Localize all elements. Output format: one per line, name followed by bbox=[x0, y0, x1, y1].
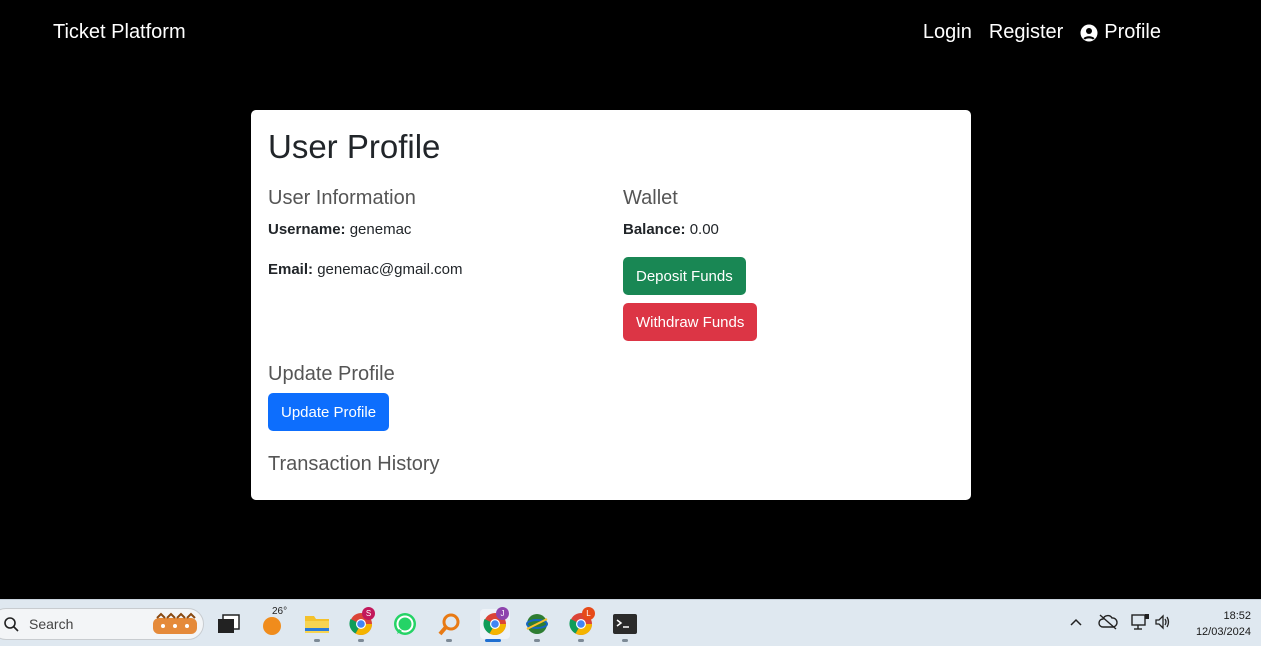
wallet-heading: Wallet bbox=[623, 187, 678, 209]
system-clock[interactable]: 18:52 12/03/2024 bbox=[1196, 608, 1251, 640]
username-line: Username: genemac bbox=[268, 221, 411, 238]
file-explorer-icon[interactable] bbox=[304, 611, 330, 637]
chrome-profile-badge-j: J bbox=[496, 607, 509, 620]
network-globe-icon[interactable] bbox=[524, 611, 550, 637]
brand-link[interactable]: Ticket Platform bbox=[53, 21, 186, 44]
balance-value: 0.00 bbox=[689, 221, 719, 238]
chrome-active-icon[interactable]: J bbox=[480, 607, 510, 639]
file-explorer-running-indicator bbox=[314, 639, 320, 642]
user-info-heading: User Information bbox=[268, 187, 416, 209]
terminal-icon[interactable] bbox=[612, 611, 638, 637]
nav-login[interactable]: Login bbox=[923, 21, 972, 44]
chrome-profile-badge-s: S bbox=[362, 607, 375, 620]
email-value: genemac@gmail.com bbox=[317, 261, 463, 278]
nav-profile[interactable]: Profile bbox=[1080, 21, 1161, 44]
balance-label: Balance: bbox=[623, 221, 686, 238]
clock-time: 18:52 bbox=[1223, 610, 1251, 622]
chevron-up-icon[interactable] bbox=[1066, 612, 1086, 632]
weather-icon[interactable]: 26° bbox=[260, 606, 287, 637]
chrome-active-indicator bbox=[485, 639, 501, 642]
search-highlight-icon bbox=[153, 612, 197, 634]
balance-line: Balance: 0.00 bbox=[623, 221, 719, 238]
terminal-running-indicator bbox=[622, 639, 628, 642]
cloud-offline-icon[interactable] bbox=[1098, 612, 1118, 632]
profile-card: User Profile User Information Username: … bbox=[251, 110, 971, 500]
volume-icon[interactable] bbox=[1153, 612, 1173, 632]
task-view-icon[interactable] bbox=[216, 611, 242, 637]
update-profile-button[interactable]: Update Profile bbox=[268, 393, 390, 431]
weather-temp: 26° bbox=[272, 606, 288, 617]
taskbar-search[interactable]: Search bbox=[0, 608, 204, 640]
withdraw-funds-button[interactable]: Withdraw Funds bbox=[623, 303, 758, 341]
user-circle-icon bbox=[1080, 24, 1098, 42]
navbar: Ticket Platform Login Register Profile bbox=[0, 0, 1261, 64]
chrome-icon[interactable]: S bbox=[348, 607, 375, 637]
network-icon[interactable] bbox=[1130, 612, 1150, 632]
whatsapp-icon[interactable] bbox=[392, 611, 418, 637]
nav-register[interactable]: Register bbox=[989, 21, 1063, 44]
transaction-history-heading: Transaction History bbox=[268, 453, 440, 475]
username-label: Username: bbox=[268, 221, 346, 238]
nav-profile-label: Profile bbox=[1104, 21, 1161, 43]
nav-links: Login Register Profile bbox=[906, 21, 1161, 44]
update-profile-heading: Update Profile bbox=[268, 363, 395, 385]
search-placeholder: Search bbox=[29, 616, 74, 632]
page-title: User Profile bbox=[268, 128, 441, 165]
search-app-icon[interactable] bbox=[436, 611, 462, 637]
chrome-running-indicator bbox=[358, 639, 364, 642]
search-app-running-indicator bbox=[446, 639, 452, 642]
deposit-funds-button[interactable]: Deposit Funds bbox=[623, 257, 746, 295]
email-line: Email: genemac@gmail.com bbox=[268, 261, 462, 278]
taskbar: Search 26° S J L 18:52 12/03/2024 bbox=[0, 599, 1261, 646]
chrome-profile-badge-l: L bbox=[582, 607, 595, 620]
username-value: genemac bbox=[349, 221, 412, 238]
search-icon bbox=[4, 617, 19, 632]
email-label: Email: bbox=[268, 261, 314, 278]
globe-running-indicator bbox=[534, 639, 540, 642]
chrome-profile-l-icon[interactable]: L bbox=[568, 607, 595, 637]
chrome-l-running-indicator bbox=[578, 639, 584, 642]
clock-date: 12/03/2024 bbox=[1195, 626, 1251, 638]
